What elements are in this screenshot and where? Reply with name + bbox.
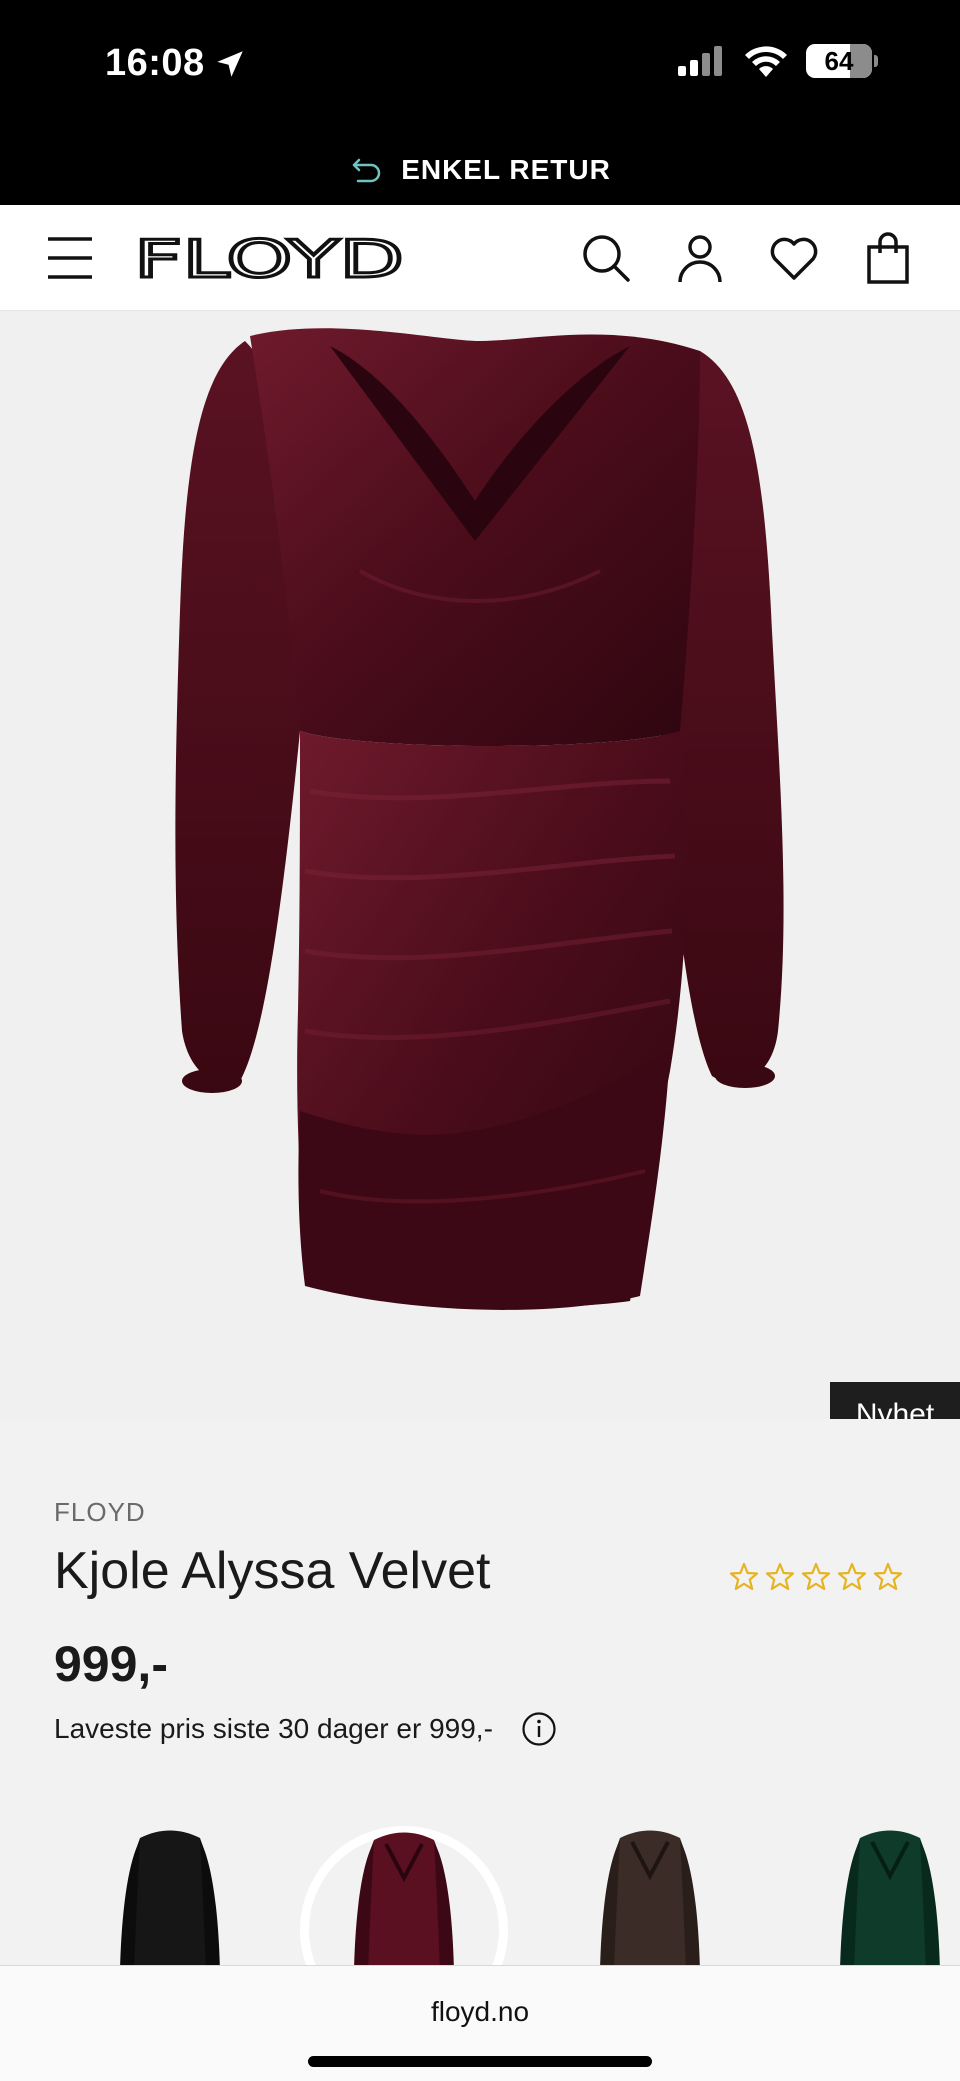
star-icon <box>765 1562 795 1591</box>
product-price: 999,- <box>54 1636 168 1692</box>
floyd-logo[interactable]: FLOYD <box>134 231 406 287</box>
battery-icon: 64 <box>806 44 872 78</box>
star-icon <box>801 1562 831 1591</box>
heart-icon[interactable] <box>768 232 820 284</box>
product-image[interactable] <box>0 311 960 1419</box>
star-icon <box>837 1562 867 1591</box>
logo-text: FLOYD <box>134 231 404 287</box>
url-text[interactable]: floyd.no <box>0 1996 960 2028</box>
status-bar: 16:08 64 <box>0 0 960 135</box>
wifi-icon <box>745 46 787 77</box>
status-time: 16:08 <box>105 42 247 85</box>
product-brand[interactable]: FLOYD <box>54 1497 146 1528</box>
browser-address-bar[interactable]: floyd.no <box>0 1965 960 2081</box>
info-icon[interactable] <box>521 1711 557 1747</box>
promo-banner[interactable]: ENKEL RETUR <box>0 135 960 205</box>
star-icon <box>729 1562 759 1591</box>
battery-level: 64 <box>824 45 854 76</box>
promo-text: ENKEL RETUR <box>401 154 611 185</box>
location-arrow-icon <box>216 50 243 77</box>
home-indicator[interactable] <box>308 2056 652 2067</box>
menu-icon[interactable] <box>46 235 94 281</box>
lowest-price-note: Laveste pris siste 30 dager er 999,- <box>54 1711 557 1747</box>
battery-tip <box>874 55 878 67</box>
account-icon[interactable] <box>674 232 726 284</box>
time-text: 16:08 <box>105 42 205 84</box>
signal-icon <box>678 46 722 76</box>
search-icon[interactable] <box>580 232 632 284</box>
status-icons: 64 <box>678 44 878 78</box>
bag-icon[interactable] <box>862 232 914 284</box>
product-title: Kjole Alyssa Velvet <box>54 1542 491 1600</box>
lowest-price-text: Laveste pris siste 30 dager er 999,- <box>54 1713 493 1744</box>
return-arrow-icon <box>352 158 381 183</box>
star-icon <box>873 1562 903 1591</box>
rating-stars[interactable] <box>728 1561 904 1593</box>
dress-image <box>175 328 784 1310</box>
site-header: FLOYD <box>0 205 960 311</box>
